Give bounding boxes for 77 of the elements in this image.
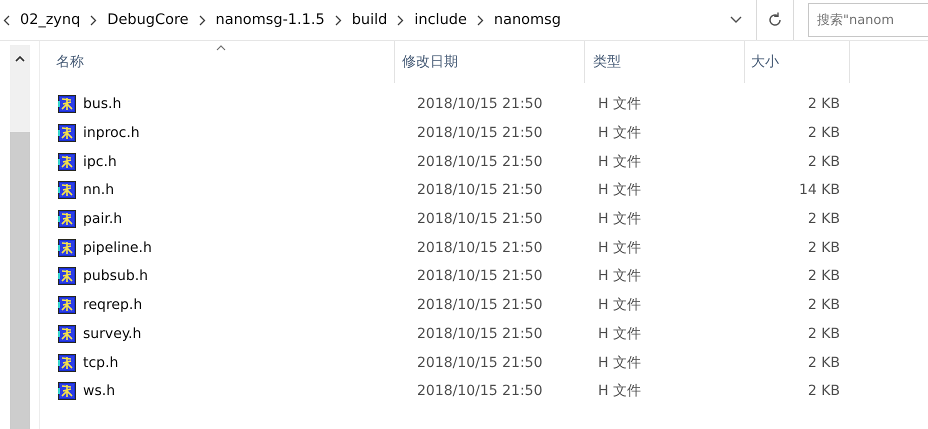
file-type: H 文件 xyxy=(598,296,641,314)
breadcrumb-item[interactable]: DebugCore xyxy=(107,12,189,28)
file-size: 2 KB xyxy=(808,211,840,228)
scroll-up-icon[interactable] xyxy=(14,55,24,62)
column-header[interactable]: 名称 xyxy=(56,53,84,71)
breadcrumb-item[interactable]: nanomsg-1.1.5 xyxy=(216,12,325,28)
file-icon xyxy=(58,382,76,400)
file-type: H 文件 xyxy=(598,210,641,228)
modified-date: 2018/10/15 21:50 xyxy=(417,383,542,400)
column-header[interactable]: 大小 xyxy=(751,53,779,71)
file-name[interactable]: bus.h xyxy=(83,96,122,112)
file-name[interactable]: survey.h xyxy=(83,326,142,342)
file-icon xyxy=(58,124,76,142)
modified-date: 2018/10/15 21:50 xyxy=(417,354,542,371)
search-field[interactable]: 搜索"nanom xyxy=(808,3,928,37)
file-type: H 文件 xyxy=(598,124,641,142)
modified-date: 2018/10/15 21:50 xyxy=(417,182,542,198)
file-type: H 文件 xyxy=(598,181,641,200)
modified-date: 2018/10/15 21:50 xyxy=(417,240,542,256)
file-icon xyxy=(58,238,76,257)
breadcrumb-item[interactable]: include xyxy=(414,12,467,28)
chevron-icon[interactable] xyxy=(334,14,342,26)
column-header[interactable]: 类型 xyxy=(593,53,621,71)
modified-date: 2018/10/15 21:50 xyxy=(417,125,542,142)
file-icon xyxy=(58,181,76,200)
file-size: 14 KB xyxy=(798,182,840,198)
breadcrumb-item[interactable]: 02_zynq xyxy=(20,12,80,28)
file-name[interactable]: tcp.h xyxy=(83,354,118,371)
file-size: 2 KB xyxy=(808,326,840,342)
breadcrumb-item[interactable]: nanomsg xyxy=(494,12,561,28)
file-size: 2 KB xyxy=(808,125,840,142)
chevron-icon[interactable] xyxy=(397,14,404,26)
file-name[interactable]: pubsub.h xyxy=(83,268,148,284)
file-type: H 文件 xyxy=(598,267,641,286)
file-type: H 文件 xyxy=(598,95,641,114)
file-type: H 文件 xyxy=(598,152,641,171)
modified-date: 2018/10/15 21:50 xyxy=(417,326,542,342)
file-icon xyxy=(58,296,76,314)
file-type: H 文件 xyxy=(598,324,641,343)
modified-date: 2018/10/15 21:50 xyxy=(417,268,542,284)
modified-date: 2018/10/15 21:50 xyxy=(417,211,542,228)
chevron-icon xyxy=(3,14,10,26)
file-icon xyxy=(58,152,76,171)
file-name[interactable]: pair.h xyxy=(83,211,122,228)
chevron-icon[interactable] xyxy=(90,14,98,26)
file-size: 2 KB xyxy=(808,383,840,400)
file-size: 2 KB xyxy=(808,154,840,170)
file-name[interactable]: pipeline.h xyxy=(83,240,152,256)
chevron-icon[interactable] xyxy=(198,14,206,26)
modified-date: 2018/10/15 21:50 xyxy=(417,154,542,170)
chevron-icon[interactable] xyxy=(476,14,484,26)
modified-date: 2018/10/15 21:50 xyxy=(417,96,542,112)
file-name[interactable]: inproc.h xyxy=(83,125,140,142)
file-type: H 文件 xyxy=(598,238,641,257)
file-size: 2 KB xyxy=(808,354,840,371)
file-name[interactable]: nn.h xyxy=(83,182,114,198)
file-name[interactable]: ipc.h xyxy=(83,154,117,170)
file-size: 2 KB xyxy=(808,297,840,314)
file-name[interactable]: ws.h xyxy=(83,383,116,400)
file-icon xyxy=(58,324,76,343)
file-icon xyxy=(58,354,76,372)
file-type: H 文件 xyxy=(598,382,641,400)
sort-ascending-icon xyxy=(216,45,226,51)
file-icon xyxy=(58,267,76,286)
modified-date: 2018/10/15 21:50 xyxy=(417,297,542,314)
file-type: H 文件 xyxy=(598,354,641,372)
scrollbar[interactable] xyxy=(10,45,30,429)
file-icon xyxy=(58,95,76,114)
file-size: 2 KB xyxy=(808,240,840,256)
file-size: 2 KB xyxy=(808,96,840,112)
scrollbar-thumb[interactable] xyxy=(10,132,30,429)
dropdown-caret-icon[interactable] xyxy=(730,16,742,24)
file-size: 2 KB xyxy=(808,268,840,284)
file-icon xyxy=(58,210,76,228)
column-header[interactable]: 修改日期 xyxy=(402,53,458,71)
breadcrumb-item[interactable]: build xyxy=(352,12,388,28)
file-name[interactable]: reqrep.h xyxy=(83,297,142,314)
